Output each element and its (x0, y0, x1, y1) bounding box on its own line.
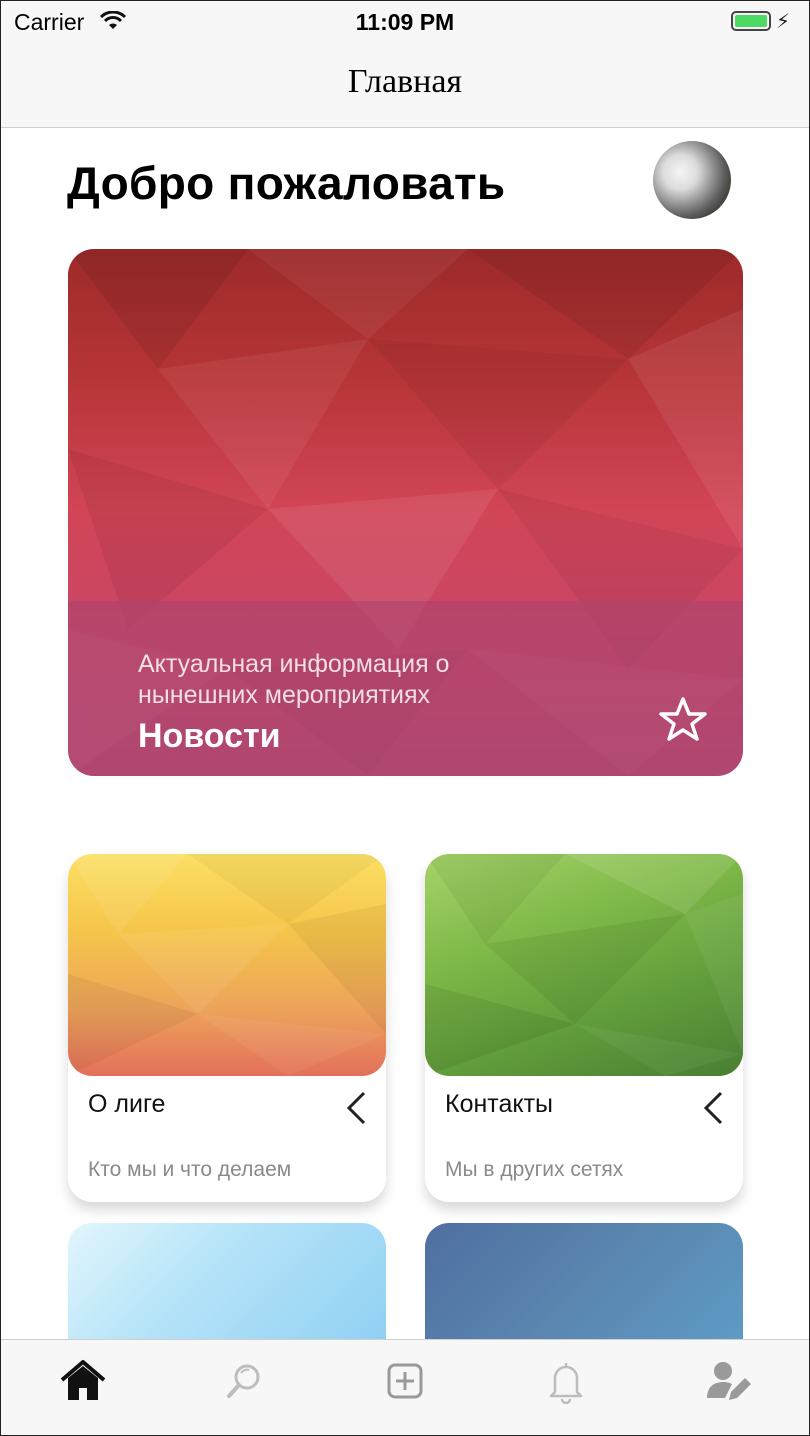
news-card-caption: Актуальная информация о нынешних меропри… (68, 601, 743, 776)
battery-icon (731, 11, 771, 31)
welcome-heading: Добро пожаловать (67, 157, 506, 209)
user-edit-icon[interactable] (703, 1356, 753, 1406)
chevron-left-icon[interactable] (344, 1090, 370, 1126)
news-subtitle: Актуальная информация о нынешних меропри… (138, 650, 450, 709)
card-subtitle: Мы в других сетях (445, 1158, 624, 1181)
poly-background (425, 854, 743, 1076)
clock: 11:09 PM (355, 9, 455, 35)
add-icon[interactable] (380, 1356, 430, 1406)
navigation-bar: Главная (1, 43, 809, 128)
contacts-card[interactable]: Контакты Мы в других сетях (425, 854, 743, 1202)
chevron-left-icon[interactable] (701, 1090, 727, 1126)
about-league-image (68, 854, 386, 1076)
light-blue-card[interactable] (68, 1223, 386, 1353)
news-title: Новости (138, 717, 281, 755)
card-subtitle: Кто мы и что делаем (88, 1158, 292, 1181)
star-icon[interactable] (658, 696, 708, 742)
card-title: О лиге (88, 1090, 166, 1118)
news-card[interactable]: Актуальная информация о нынешних меропри… (68, 249, 743, 776)
poly-background (68, 854, 386, 1076)
avatar[interactable] (653, 141, 731, 219)
card-title: Контакты (445, 1090, 553, 1118)
search-icon[interactable] (219, 1356, 269, 1406)
charging-icon: ⚡ (776, 11, 791, 33)
home-icon[interactable] (58, 1356, 108, 1406)
page-title: Главная (347, 63, 463, 100)
app-screen: Carrier 11:09 PM ⚡ Главная Добро пожалов… (0, 0, 810, 1436)
contacts-image (425, 854, 743, 1076)
tab-bar (1, 1339, 809, 1435)
bell-icon[interactable] (541, 1356, 591, 1406)
dark-blue-card[interactable] (425, 1223, 743, 1353)
about-league-card[interactable]: О лиге Кто мы и что делаем (68, 854, 386, 1202)
status-bar: Carrier 11:09 PM ⚡ (1, 1, 809, 43)
